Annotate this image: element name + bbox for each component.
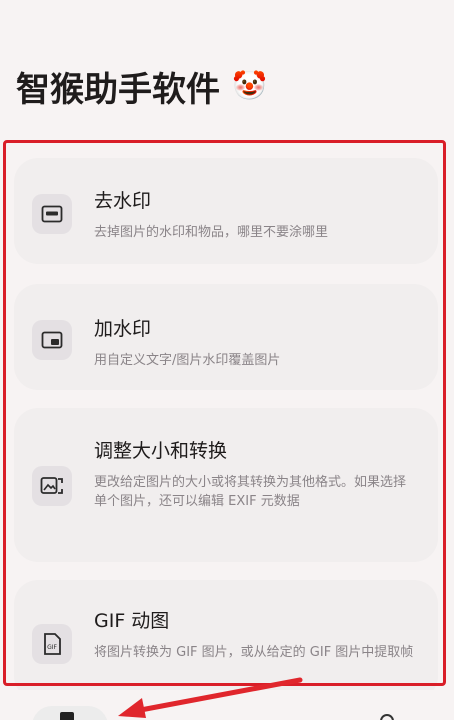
tool-card-resize-convert[interactable]: 调整大小和转换 更改给定图片的大小或将其转换为其他格式。如果选择单个图片，还可以… [14,408,438,562]
add-watermark-icon [32,320,72,360]
tool-card-remove-watermark[interactable]: 去水印 去掉图片的水印和物品，哪里不要涂哪里 [14,158,438,264]
gif-icon: GIF [32,624,72,664]
page-title: 智猴助手软件 [16,69,220,110]
svg-text:GIF: GIF [47,644,57,651]
tool-card-add-watermark[interactable]: 加水印 用自定义文字/图片水印覆盖图片 [14,284,438,390]
card-title: GIF 动图 [94,610,170,632]
tool-card-gif[interactable]: GIF GIF 动图 将图片转换为 GIF 图片，或从给定的 GIF 图片中提取… [14,580,438,700]
card-description: 将图片转换为 GIF 图片，或从给定的 GIF 图片中提取帧 [94,645,414,660]
card-title: 调整大小和转换 [94,440,228,462]
resize-convert-icon [32,466,72,506]
card-title: 加水印 [94,318,152,340]
app-screen: 智猴助手软件 🤡 去水印 去掉图片的水印和物品，哪里不要涂哪里 加水印 用自定义… [0,0,454,720]
clown-emoji-icon: 🤡 [232,69,267,102]
card-title: 去水印 [94,190,152,212]
page-header: 智猴助手软件 🤡 [16,58,267,114]
card-description: 更改给定图片的大小或将其转换为其他格式。如果选择单个图片，还可以编辑 EXIF … [94,475,407,509]
nav-home-icon [60,712,74,720]
card-description: 用自定义文字/图片水印覆盖图片 [94,353,281,368]
card-description: 去掉图片的水印和物品，哪里不要涂哪里 [94,225,329,240]
remove-watermark-icon [32,194,72,234]
